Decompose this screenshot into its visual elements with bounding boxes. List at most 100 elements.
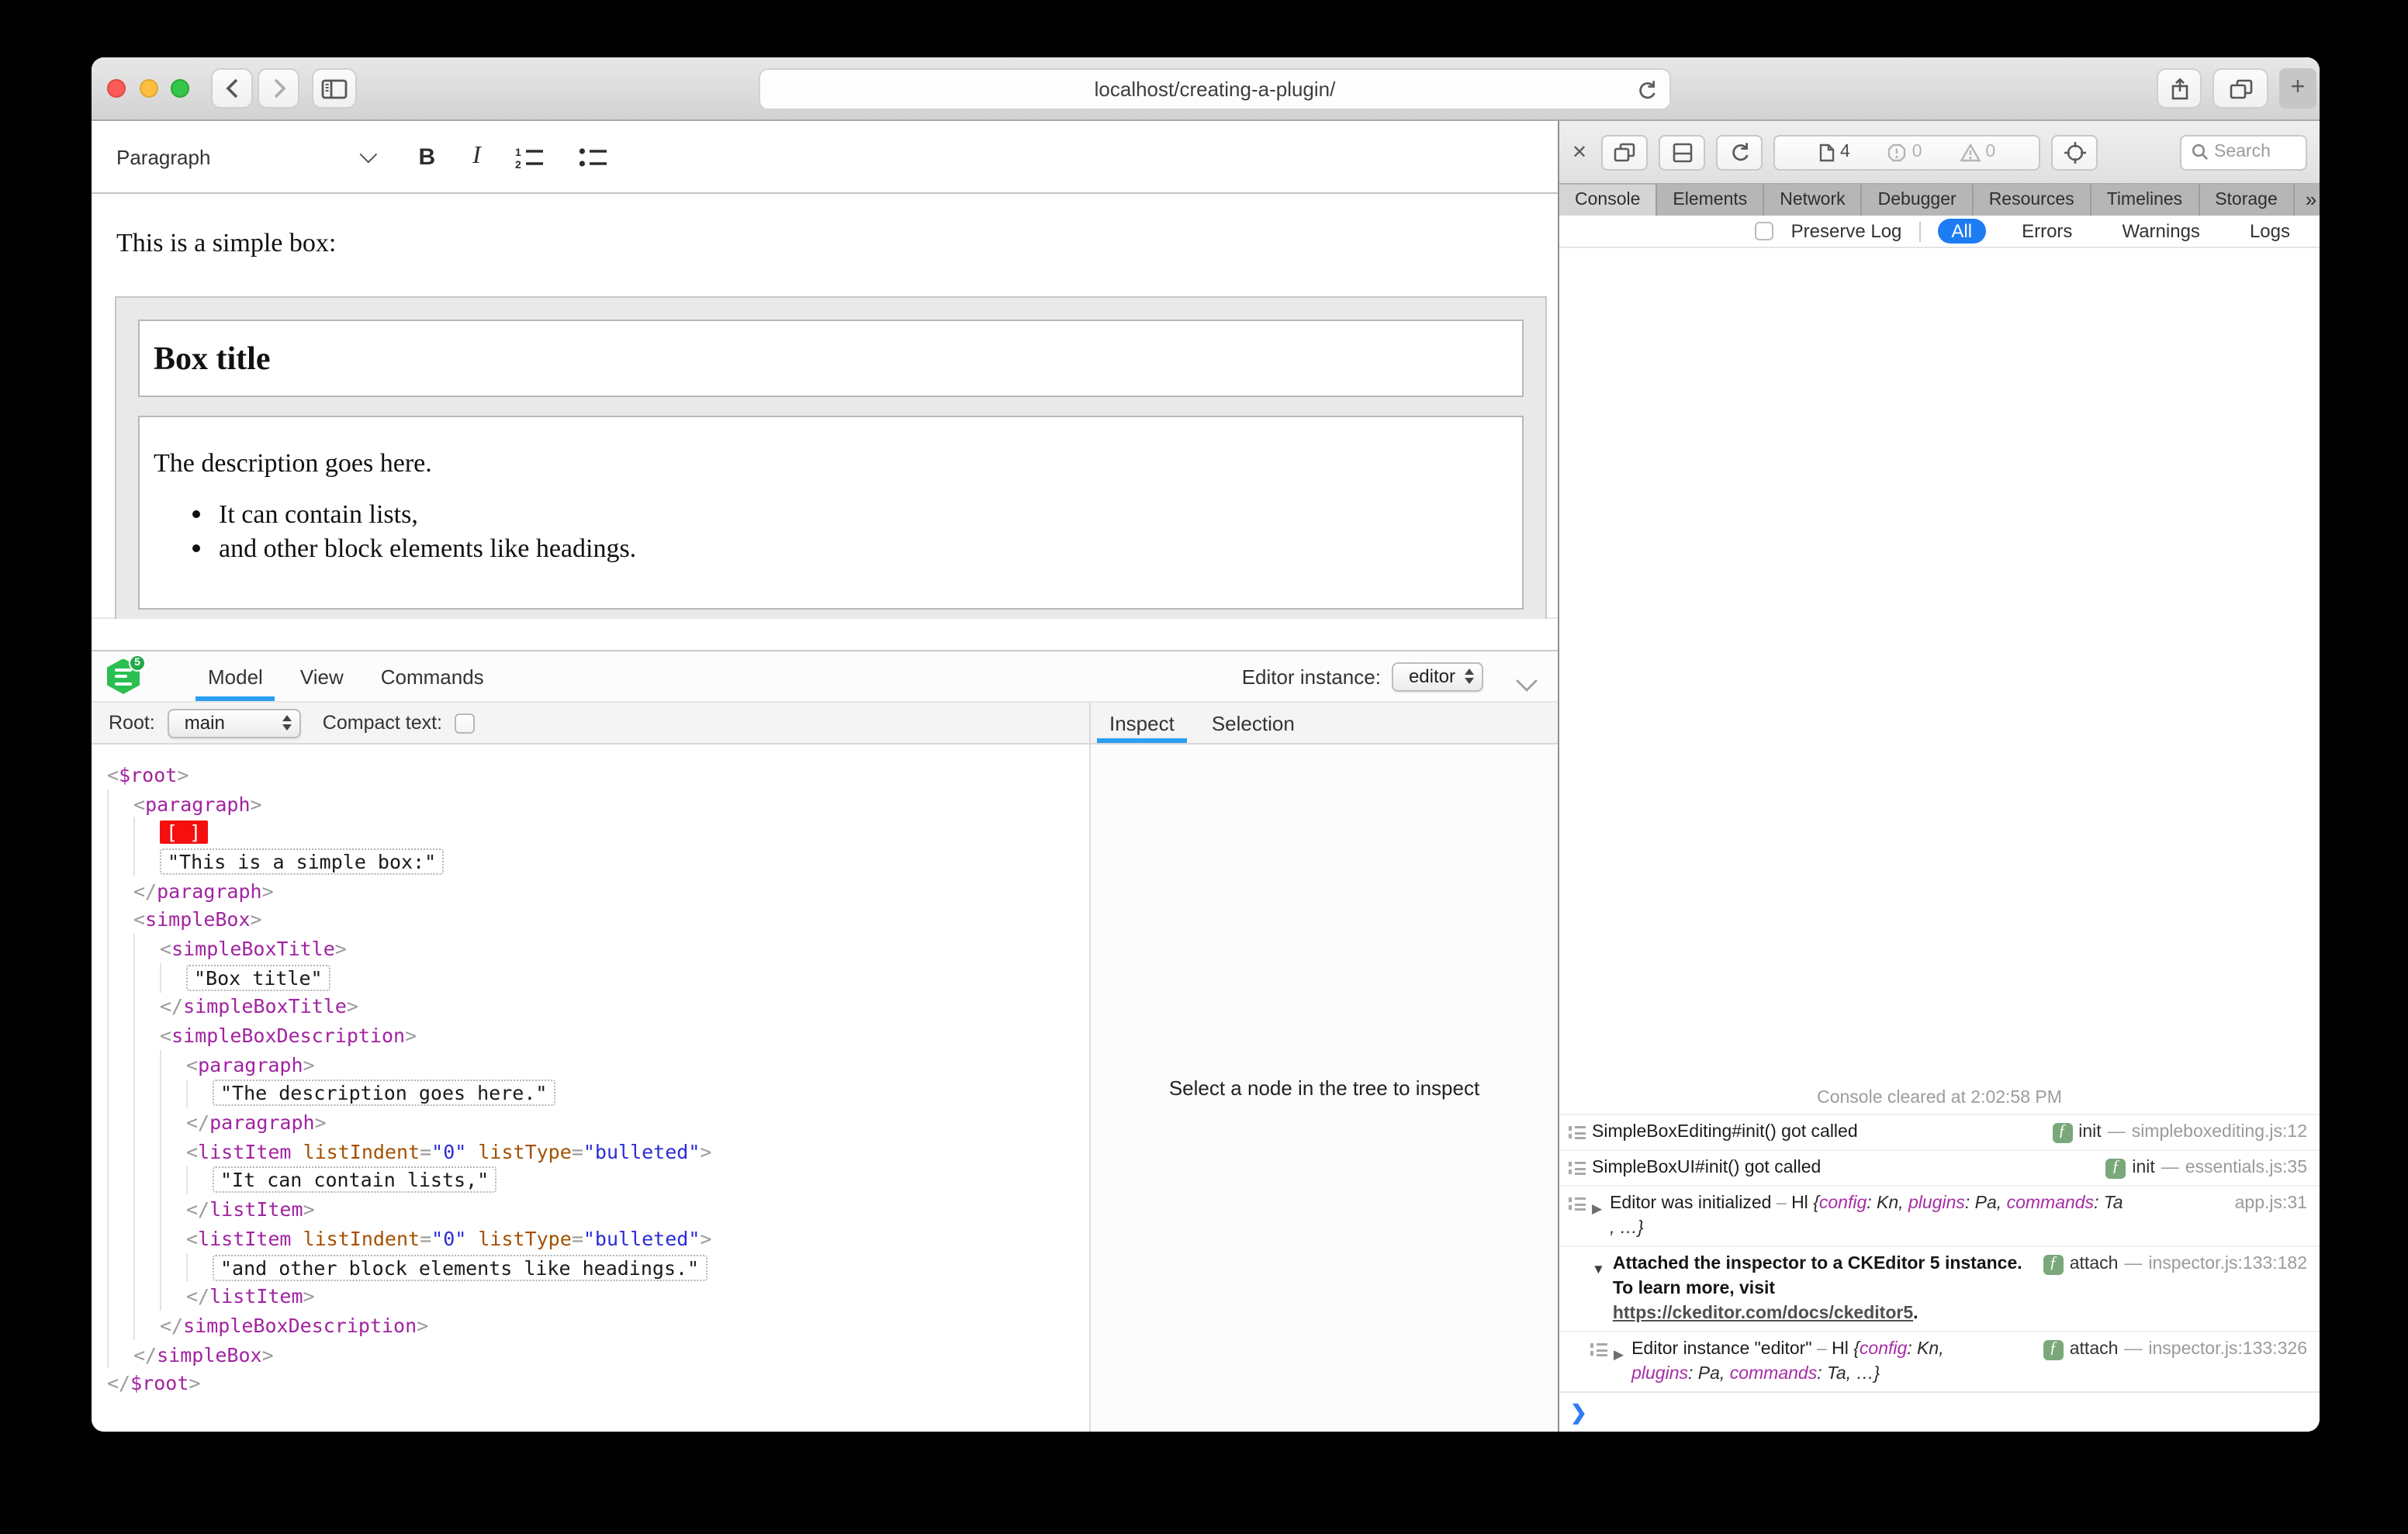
indent-guide xyxy=(160,1281,186,1311)
source-location-link[interactable]: simpleboxediting.js:12 xyxy=(2132,1120,2307,1145)
element-picker-button[interactable] xyxy=(2051,134,2098,170)
errors-item[interactable]: 0 xyxy=(1887,142,1922,162)
simple-box-description[interactable]: The description goes here. It can contai… xyxy=(138,416,1524,610)
list-item[interactable]: and other block elements like headings. xyxy=(219,534,1508,565)
editor-editable-area[interactable]: This is a simple box: Box title The desc… xyxy=(92,194,1558,630)
model-tree-line[interactable]: </paragraph > xyxy=(107,1107,1089,1137)
model-tree-line[interactable]: < paragraph > xyxy=(107,789,1089,818)
resource-status-group[interactable]: 4 0 0 xyxy=(1773,134,2041,170)
collapse-triangle-icon[interactable]: ▼ xyxy=(1592,1256,1605,1281)
model-text-node[interactable]: "Box title" xyxy=(186,964,330,991)
model-tree-line[interactable]: < listItem listIndent = "0" listType = "bulle… xyxy=(107,1224,1089,1253)
tab-inspect[interactable]: Inspect xyxy=(1091,703,1193,743)
model-tree-line[interactable]: < simpleBoxDescription > xyxy=(107,1021,1089,1050)
model-text-node[interactable]: "This is a simple box:" xyxy=(160,848,445,875)
address-bar[interactable]: localhost/creating-a-plugin/ xyxy=(759,68,1671,110)
more-tabs-button[interactable]: » xyxy=(2295,185,2320,216)
tab-view[interactable]: View xyxy=(282,651,362,701)
simple-box-title[interactable]: Box title xyxy=(138,320,1524,397)
intro-paragraph[interactable]: This is a simple box: xyxy=(116,228,1558,259)
share-button[interactable] xyxy=(2157,68,2202,109)
indent-guide xyxy=(160,1194,186,1224)
root-select[interactable]: main xyxy=(167,708,301,738)
inspector-search-field[interactable]: Search xyxy=(2180,134,2307,170)
model-tree-line[interactable]: "It can contain lists," xyxy=(107,1166,1089,1195)
minimize-window-button[interactable] xyxy=(140,79,158,98)
model-tree-line[interactable]: </simpleBoxDescription > xyxy=(107,1311,1089,1340)
indent-guide xyxy=(160,1136,186,1166)
close-window-button[interactable] xyxy=(107,79,126,98)
tab-resources[interactable]: Resources xyxy=(1974,185,2091,216)
new-tab-button[interactable]: + xyxy=(2279,68,2316,109)
source-location-link[interactable]: inspector.js:133:182 xyxy=(2148,1252,2307,1277)
model-tree-line[interactable]: </simpleBox > xyxy=(107,1339,1089,1369)
expand-triangle-icon[interactable]: ▶ xyxy=(1614,1342,1624,1366)
source-location-link[interactable]: essentials.js:35 xyxy=(2185,1156,2307,1180)
filter-all[interactable]: All xyxy=(1937,219,1987,244)
console-message-text: Attached the inspector to a CKEditor 5 i… xyxy=(1612,1255,2022,1323)
editor-instance-select[interactable]: editor xyxy=(1391,662,1483,691)
preserve-log-checkbox[interactable] xyxy=(1755,222,1774,240)
filter-logs[interactable]: Logs xyxy=(2236,219,2304,244)
reload-page-button[interactable] xyxy=(1716,134,1763,170)
model-tree-line[interactable]: [ ] xyxy=(107,817,1089,848)
tab-storage[interactable]: Storage xyxy=(2199,185,2295,216)
model-tree-line[interactable]: < simpleBox > xyxy=(107,904,1089,935)
model-tree-line[interactable]: < simpleBoxTitle > xyxy=(107,934,1089,963)
model-text-node[interactable]: "The description goes here." xyxy=(213,1080,555,1107)
model-text-node[interactable]: "It can contain lists," xyxy=(213,1166,497,1194)
filter-errors[interactable]: Errors xyxy=(2008,219,2086,244)
tab-model[interactable]: Model xyxy=(189,651,282,701)
tab-selection[interactable]: Selection xyxy=(1193,703,1313,743)
model-tree-line[interactable]: </paragraph > xyxy=(107,876,1089,905)
model-text-node[interactable]: "and other block elements like headings.… xyxy=(213,1254,708,1281)
page-resources-item[interactable]: 4 xyxy=(1818,142,1850,162)
expand-triangle-icon[interactable]: ▶ xyxy=(1592,1196,1602,1221)
tab-console[interactable]: Console xyxy=(1559,185,1658,216)
show-tabs-button[interactable] xyxy=(2213,68,2268,109)
numbered-list-button[interactable]: 1 2 xyxy=(515,145,545,168)
model-tree-line[interactable]: "and other block elements like headings.… xyxy=(107,1252,1089,1282)
detach-inspector-button[interactable] xyxy=(1601,134,1649,170)
source-location-link[interactable]: app.js:31 xyxy=(2235,1191,2307,1216)
ckeditor-inspector: 5 Model View Commands Editor instance: e… xyxy=(92,650,1558,1432)
model-tree-line[interactable]: < $root > xyxy=(107,760,1089,789)
sidebar-button[interactable] xyxy=(312,68,357,109)
back-button[interactable] xyxy=(211,68,253,109)
tab-network[interactable]: Network xyxy=(1764,185,1863,216)
italic-button[interactable]: I xyxy=(472,143,481,171)
tab-debugger[interactable]: Debugger xyxy=(1863,185,1974,216)
filter-warnings[interactable]: Warnings xyxy=(2108,219,2214,244)
model-tree-line[interactable]: </$root > xyxy=(107,1369,1089,1398)
zoom-window-button[interactable] xyxy=(171,79,189,98)
tab-commands[interactable]: Commands xyxy=(362,651,503,701)
back-icon xyxy=(224,78,240,99)
tab-timelines[interactable]: Timelines xyxy=(2091,185,2200,216)
console-link[interactable]: https://ckeditor.com/docs/ckeditor5 xyxy=(1613,1304,1913,1323)
list-item[interactable]: It can contain lists, xyxy=(219,499,1508,530)
console-prompt[interactable]: ❯ xyxy=(1559,1391,2320,1432)
compact-text-checkbox[interactable] xyxy=(455,713,476,733)
source-location-link[interactable]: inspector.js:133:326 xyxy=(2148,1337,2307,1362)
model-tree-line[interactable]: < listItem listIndent = "0" listType = "bulle… xyxy=(107,1136,1089,1166)
reload-icon[interactable] xyxy=(1637,79,1657,101)
bold-button[interactable]: B xyxy=(418,143,435,170)
model-tree-line[interactable]: "Box title" xyxy=(107,962,1089,992)
model-tree-line[interactable]: </listItem > xyxy=(107,1281,1089,1311)
forward-button[interactable] xyxy=(258,68,299,109)
model-tree-line[interactable]: < paragraph > xyxy=(107,1049,1089,1080)
close-inspector-button[interactable]: ✕ xyxy=(1572,141,1587,163)
editor-toolbar: Paragraph B I 1 2 xyxy=(92,121,1558,194)
collapse-inspector-chevron-icon[interactable] xyxy=(1514,669,1539,683)
bulleted-list-button[interactable] xyxy=(579,145,608,168)
model-tree-line[interactable]: </listItem > xyxy=(107,1194,1089,1224)
model-tree-line[interactable]: </simpleBoxTitle > xyxy=(107,992,1089,1021)
warnings-item[interactable]: 0 xyxy=(1959,142,1995,162)
log-icon xyxy=(1569,1160,1586,1176)
dock-inspector-button[interactable] xyxy=(1659,134,1706,170)
tab-elements[interactable]: Elements xyxy=(1657,185,1765,216)
model-tree-line[interactable]: "The description goes here." xyxy=(107,1079,1089,1108)
model-tree-line[interactable]: "This is a simple box:" xyxy=(107,847,1089,876)
heading-dropdown[interactable]: Paragraph xyxy=(116,145,377,168)
simple-box-widget[interactable]: Box title The description goes here. It … xyxy=(115,296,1547,630)
